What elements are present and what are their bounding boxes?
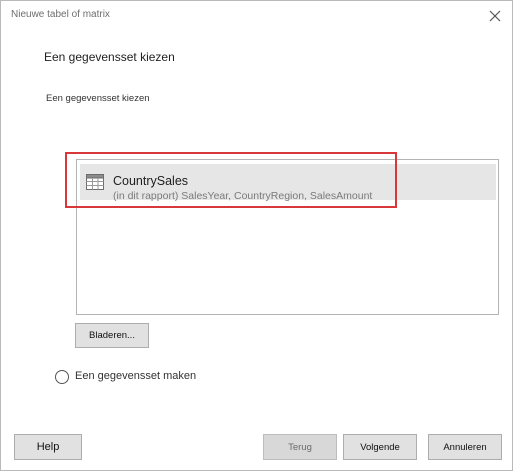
dataset-fields: (in dit rapport) SalesYear, CountryRegio… [113, 190, 373, 202]
create-dataset-radio[interactable] [55, 370, 69, 384]
create-dataset-label: Een gegevensset maken [75, 370, 197, 382]
dataset-item-countrysales[interactable]: CountrySales (in dit rapport) SalesYear,… [80, 164, 496, 202]
close-icon [489, 10, 501, 22]
next-button[interactable]: Volgende [343, 434, 417, 460]
dataset-list[interactable]: CountrySales (in dit rapport) SalesYear,… [76, 159, 499, 315]
back-button[interactable]: Terug [263, 434, 337, 460]
window-title: Nieuwe tabel of matrix [11, 9, 110, 20]
dataset-section-label: Een gegevensset kiezen [46, 93, 150, 104]
new-table-matrix-dialog: Nieuwe tabel of matrix Een gegevensset k… [0, 0, 513, 471]
close-button[interactable] [484, 6, 506, 26]
page-heading: Een gegevensset kiezen [44, 50, 175, 64]
help-button[interactable]: Help [14, 434, 82, 460]
browse-button[interactable]: Bladeren... [75, 323, 149, 348]
title-bar: Nieuwe tabel of matrix [1, 1, 512, 31]
table-icon [85, 173, 105, 191]
dataset-name: CountrySales [113, 174, 189, 188]
cancel-button[interactable]: Annuleren [428, 434, 502, 460]
